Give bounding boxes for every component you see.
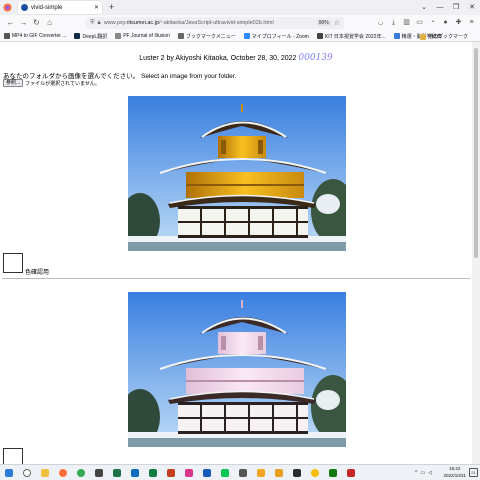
minimize-button[interactable]: — [432, 0, 448, 15]
bookmarks-toolbar: MP4 to GIF Converter ... DeepL翻訳 PF Jour… [0, 31, 480, 42]
color-check-box [3, 253, 23, 273]
reload-button[interactable]: ↻ [30, 19, 43, 27]
app-icon[interactable] [108, 465, 126, 480]
bookmark-item[interactable]: マイプロフィール - Zoom [243, 33, 309, 40]
bookmark-item[interactable]: KIT 日本視覚学会 2022年... [316, 33, 386, 40]
word-icon[interactable] [198, 465, 216, 480]
library-icon[interactable]: ▥ [402, 17, 411, 29]
start-icon[interactable] [0, 465, 18, 480]
maximize-button[interactable]: ❐ [448, 0, 464, 15]
sidebar-icon[interactable]: ▭ [415, 17, 424, 29]
navigation-bar: ← → ↻ ⌂ ⛨ 🔒︎ www.psy.ritsumei.ac.jp/~aki… [0, 15, 480, 31]
app-icon[interactable] [324, 465, 342, 480]
extension-icon[interactable]: ● [441, 17, 450, 29]
bookmark-icon [316, 33, 323, 39]
page-title: Luster 2 by Akiyoshi Kitaoka, October 28… [139, 55, 297, 62]
page-scrollbar[interactable] [472, 42, 480, 464]
extensions-puzzle-icon[interactable]: ✚ [454, 17, 463, 29]
powerpoint-icon[interactable] [162, 465, 180, 480]
app-icon[interactable] [288, 465, 306, 480]
home-button[interactable]: ⌂ [43, 19, 56, 27]
folder-icon [419, 33, 426, 40]
color-check-box [3, 448, 23, 464]
menu-icon[interactable]: ≡ [467, 17, 476, 29]
tab-vivid-simple[interactable]: vivid-simple ✕ [18, 1, 102, 14]
browse-button[interactable]: 参照... [3, 79, 24, 87]
notification-icon[interactable]: 21 [469, 468, 478, 477]
new-tab-button[interactable]: + [109, 3, 114, 12]
scrollbar-thumb[interactable] [474, 48, 478, 258]
close-tab-icon[interactable]: ✕ [94, 4, 99, 11]
system-tray: ^ ▭ ◁ [415, 465, 432, 480]
line-icon[interactable] [216, 465, 234, 480]
zoom-level[interactable]: 90% [316, 20, 331, 26]
bookmark-star-icon[interactable]: ☆ [334, 19, 340, 27]
search-icon[interactable] [18, 465, 36, 480]
forward-button[interactable]: → [17, 19, 30, 27]
volume-icon[interactable]: ◁ [428, 470, 432, 476]
firefox-menu-icon[interactable] [0, 0, 15, 15]
app-icon[interactable] [126, 465, 144, 480]
lock-icon[interactable]: 🔒︎ [98, 20, 101, 27]
bookmark-item[interactable]: DeepL翻訳 [74, 33, 107, 40]
app-icon[interactable] [90, 465, 108, 480]
bookmark-item[interactable]: MP4 to GIF Converter ... [4, 33, 66, 39]
app-icon[interactable] [234, 465, 252, 480]
url-text[interactable]: www.psy.ritsumei.ac.jp/~akitaoka/JavaScr… [104, 20, 315, 26]
file-input[interactable]: 参照... ファイルが選択されていません。 [3, 79, 100, 87]
system-clock[interactable]: 15:22 2022/10/31 [443, 466, 466, 479]
visit-counter: 000139 [298, 53, 333, 63]
network-icon[interactable]: ▭ [420, 470, 425, 476]
site-favicon-icon [21, 4, 28, 11]
bookmark-icon [115, 33, 122, 39]
back-button[interactable]: ← [4, 19, 17, 27]
pocket-icon[interactable]: ◡ [376, 17, 385, 29]
page-content: Luster 2 by Akiyoshi Kitaoka, October 28… [0, 42, 472, 464]
original-image [128, 96, 346, 251]
firefox-taskbar-icon[interactable] [54, 465, 72, 480]
processed-image [128, 292, 346, 447]
bookmark-item[interactable]: PF Journal of Illusion [115, 33, 170, 39]
excel-icon[interactable] [144, 465, 162, 480]
chrome-icon[interactable] [306, 465, 324, 480]
chevron-up-icon[interactable]: ^ [415, 470, 417, 476]
page-header: Luster 2 by Akiyoshi Kitaoka, October 28… [0, 53, 472, 63]
bookmark-icon [74, 33, 81, 39]
close-window-button[interactable]: ✕ [464, 0, 480, 15]
bookmark-item[interactable]: ブックマークメニュー [177, 33, 236, 40]
shield-icon[interactable]: ⛨ [90, 20, 95, 27]
tab-title: vivid-simple [31, 4, 63, 11]
app-icon[interactable] [342, 465, 360, 480]
list-tabs-icon[interactable]: ⌄ [416, 0, 432, 15]
file-status: ファイルが選択されていません。 [25, 80, 100, 87]
chrome-icon[interactable] [72, 465, 90, 480]
file-explorer-icon[interactable] [36, 465, 54, 480]
other-bookmarks[interactable]: 他のブックマーク [419, 31, 468, 42]
color-check-label: 色確認用 [25, 270, 50, 276]
downloads-icon[interactable]: ⤓ [389, 17, 398, 29]
bookmark-icon [177, 33, 184, 39]
app-icon[interactable] [180, 465, 198, 480]
tab-strip: vivid-simple ✕ + ⌄ — ❐ ✕ [0, 0, 480, 15]
bookmark-icon [393, 33, 400, 39]
clock-date: 2022/10/31 [443, 472, 466, 478]
windows-taskbar: ^ ▭ ◁ 15:22 2022/10/31 21 [0, 464, 480, 480]
app-icon[interactable] [252, 465, 270, 480]
app-icon[interactable] [270, 465, 288, 480]
bookmark-icon [243, 33, 250, 39]
divider [2, 278, 470, 279]
address-bar[interactable]: ⛨ 🔒︎ www.psy.ritsumei.ac.jp/~akitaoka/Ja… [86, 17, 344, 29]
bookmark-icon [4, 33, 10, 39]
account-icon[interactable]: ◔ [428, 17, 437, 29]
